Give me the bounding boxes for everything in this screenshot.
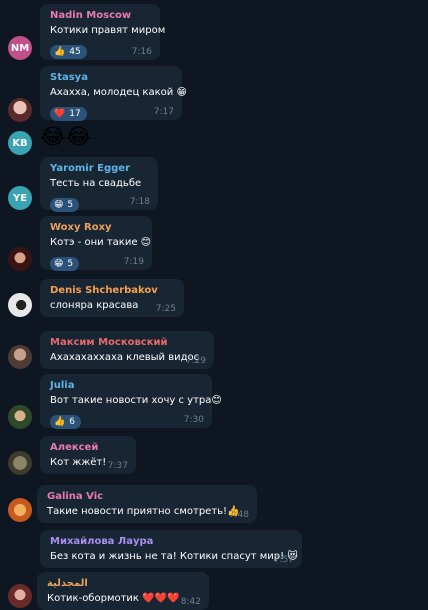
sender-name[interactable]: Woxy Roxy bbox=[50, 221, 142, 235]
message-text-line: Такие новости приятно смотреть!👍 bbox=[47, 504, 247, 520]
message-time: 7:25 bbox=[155, 304, 176, 314]
avatar[interactable] bbox=[8, 584, 32, 608]
reaction-badge[interactable]: 😁 5 bbox=[50, 257, 80, 271]
reaction-count: 17 bbox=[69, 109, 81, 119]
message-time: 7:30 bbox=[183, 415, 204, 425]
message-bubble[interactable]: Woxy Roxy Котэ - они такие 😊 😁 5 7:19 bbox=[40, 216, 152, 271]
grinning-face-icon: 😁 bbox=[176, 87, 187, 98]
message-text: Без кота и жизнь не та! Котики спасут ми… bbox=[50, 551, 285, 562]
message-text-line: Без кота и жизнь не та! Котики спасут ми… bbox=[50, 549, 298, 565]
avatar[interactable]: NM bbox=[8, 36, 32, 60]
thumbs-up-icon: 👍 bbox=[54, 47, 66, 57]
reaction-count: 45 bbox=[69, 47, 81, 57]
message-bubble[interactable]: Julia Вот такие новости хочу с утра😊 👍 6 … bbox=[40, 374, 222, 429]
reaction-badge[interactable]: ❤️ 17 bbox=[50, 107, 87, 121]
message-bubble[interactable]: Galina Vic Такие новости приятно смотрет… bbox=[37, 485, 257, 523]
reaction-count: 5 bbox=[67, 200, 74, 210]
avatar[interactable]: YE bbox=[8, 186, 32, 210]
message-bubble[interactable]: المجدلية Котик-обормотик ❤️❤️❤️ 8:42 bbox=[37, 572, 209, 610]
message-time: 7:57 bbox=[273, 555, 294, 565]
sender-name[interactable]: Julia bbox=[50, 379, 202, 393]
sender-name[interactable]: Stasya bbox=[50, 71, 172, 85]
message-bubble[interactable]: Максим Московский Ахахахаххаха клевый ви… bbox=[40, 331, 214, 369]
avatar[interactable] bbox=[8, 345, 32, 369]
avatar[interactable] bbox=[8, 451, 32, 475]
message-time: 8:42 bbox=[180, 597, 201, 607]
message-time: 7:17 bbox=[153, 107, 174, 117]
sender-name[interactable]: Максим Московский bbox=[50, 336, 204, 350]
message-bubble[interactable]: Denis Shcherbakov слоняра красава 7:25 bbox=[40, 279, 184, 317]
message-text: Ахахха, молодец какой bbox=[50, 87, 174, 98]
message-text: Тесть на свадьбе bbox=[50, 178, 142, 189]
thumbs-up-icon: 👍 bbox=[54, 417, 66, 427]
sender-name[interactable]: المجدلية bbox=[47, 577, 199, 591]
sender-name[interactable]: Михайлова Лаура bbox=[50, 535, 292, 549]
avatar[interactable] bbox=[8, 405, 32, 429]
avatar[interactable] bbox=[8, 247, 32, 271]
reaction-count: 5 bbox=[67, 259, 74, 269]
avatar[interactable] bbox=[8, 293, 32, 317]
heart-icon: ❤️ bbox=[54, 109, 66, 119]
smiling-face-icon: 😊 bbox=[211, 395, 222, 406]
avatar[interactable]: KB bbox=[8, 131, 32, 155]
avatar[interactable] bbox=[8, 498, 32, 522]
message-text: Вот такие новости хочу с утра bbox=[50, 395, 212, 406]
sender-name[interactable]: Алексей bbox=[50, 441, 126, 455]
sender-name[interactable]: Denis Shcherbakov bbox=[50, 284, 174, 298]
grinning-face-icon: 😁 bbox=[54, 259, 64, 269]
message-bubble[interactable]: Yaromir Egger Тесть на свадьбе 😁 5 7:18 bbox=[40, 157, 158, 212]
message-bubble[interactable]: Алексей Кот жжёт! 7:37 bbox=[40, 436, 136, 474]
message-time: 7:29 bbox=[185, 356, 206, 366]
reaction-badge[interactable]: 👍 45 bbox=[50, 45, 87, 59]
message-text: Котэ - они такие bbox=[50, 237, 138, 248]
message-bubble[interactable]: Stasya Ахахха, молодец какой 😁 ❤️ 17 7:17 bbox=[40, 66, 187, 121]
big-emoji-message[interactable]: 😂😂 bbox=[40, 124, 91, 152]
avatar[interactable] bbox=[8, 98, 32, 122]
message-time: 7:48 bbox=[228, 510, 249, 520]
reaction-badge[interactable]: 👍 6 bbox=[50, 415, 81, 429]
sender-name[interactable]: Nadin Moscow bbox=[50, 9, 150, 23]
message-text-line: Ахахха, молодец какой 😁 bbox=[50, 85, 187, 101]
grinning-face-icon: 😁 bbox=[54, 200, 64, 210]
message-time: 7:16 bbox=[131, 47, 152, 57]
reaction-badge[interactable]: 😁 5 bbox=[50, 198, 80, 212]
message-text: Ахахахаххаха клевый видос bbox=[50, 352, 200, 363]
heart-icon: ❤️❤️❤️ bbox=[142, 593, 180, 604]
message-bubble[interactable]: Михайлова Лаура Без кота и жизнь не та! … bbox=[40, 530, 302, 568]
message-text: Такие новости приятно смотреть! bbox=[47, 506, 228, 517]
sender-name[interactable]: Yaromir Egger bbox=[50, 162, 148, 176]
message-time: 7:37 bbox=[107, 461, 128, 471]
smiling-face-icon: 😊 bbox=[140, 237, 152, 248]
message-text: Котики правят миром bbox=[50, 25, 166, 36]
message-text-line: Вот такие новости хочу с утра😊 bbox=[50, 393, 222, 409]
message-text-line: Котик-обормотик ❤️❤️❤️ bbox=[47, 591, 199, 607]
message-text: Котик-обормотик bbox=[47, 593, 139, 604]
message-time: 7:18 bbox=[129, 197, 150, 207]
message-time: 7:19 bbox=[123, 257, 144, 267]
reaction-count: 6 bbox=[69, 417, 75, 427]
message-text-line: Котэ - они такие 😊 bbox=[50, 235, 151, 251]
message-bubble[interactable]: Nadin Moscow Котики правят миром 👍 45 7:1… bbox=[40, 4, 166, 60]
sender-name[interactable]: Galina Vic bbox=[47, 490, 247, 504]
